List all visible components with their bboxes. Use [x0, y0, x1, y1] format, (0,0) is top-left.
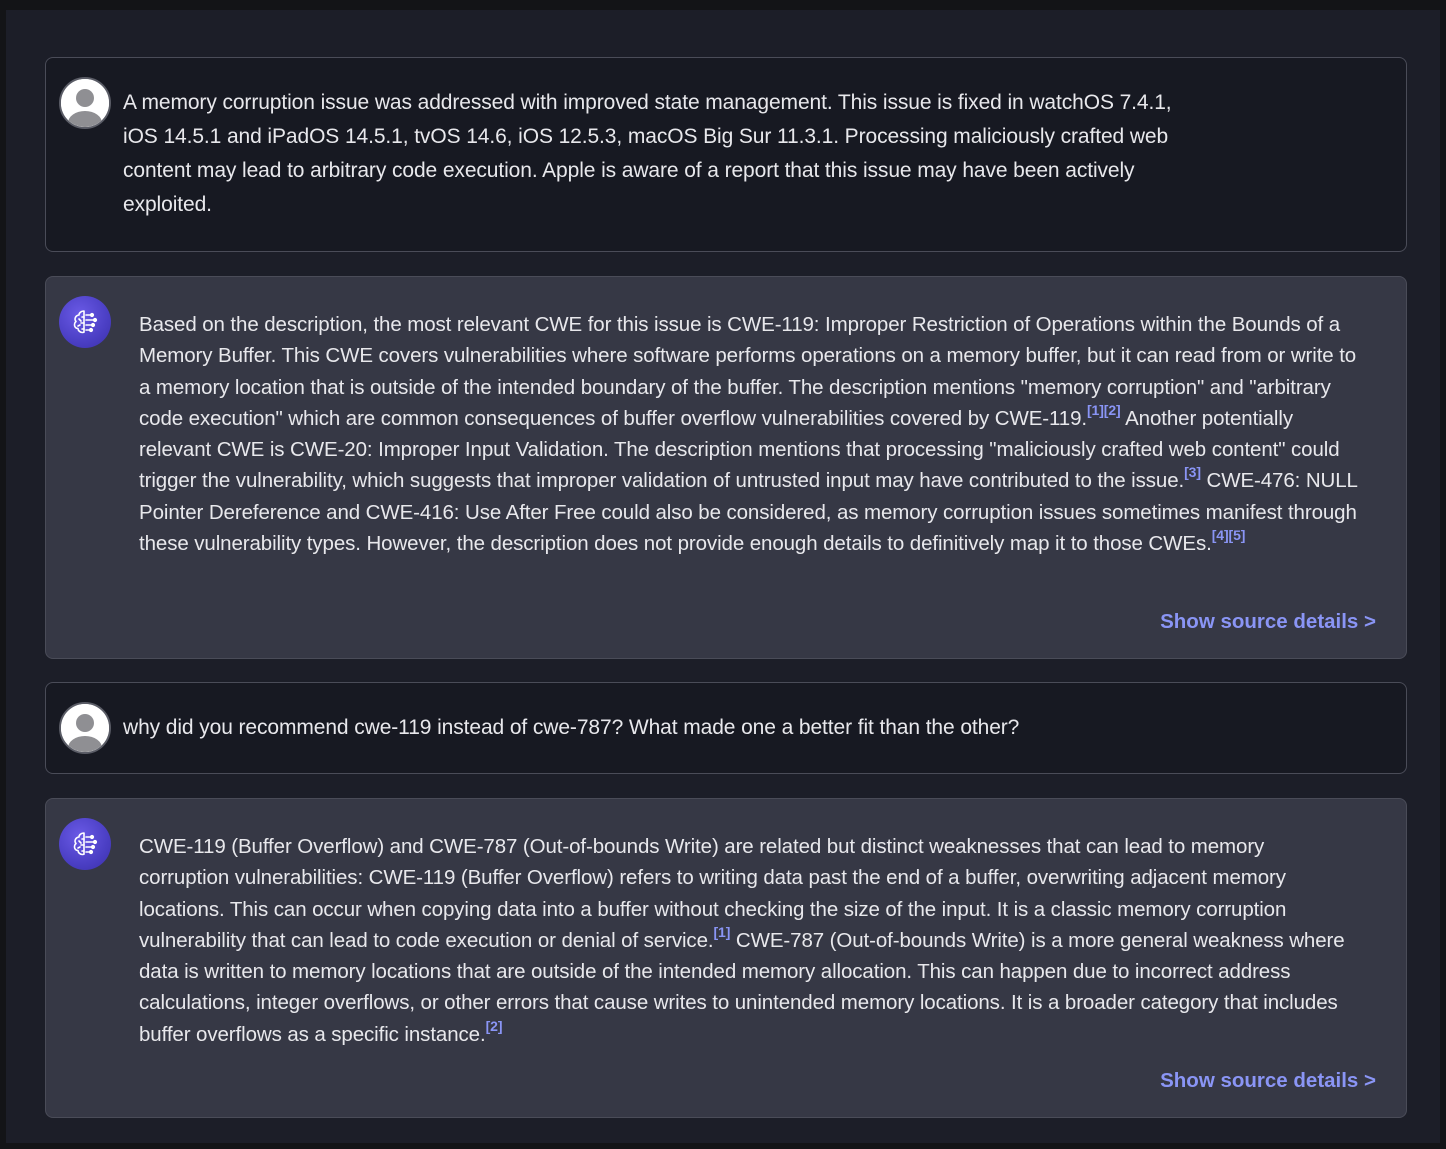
citation-link[interactable]: [1][2] [1087, 402, 1121, 418]
citation-link[interactable]: [2] [486, 1018, 503, 1034]
citation-link[interactable]: [3] [1184, 464, 1201, 480]
user-message-text: why did you recommend cwe-119 instead of… [123, 716, 1020, 739]
user-message: A memory corruption issue was addressed … [45, 57, 1407, 252]
assistant-message: CWE-119 (Buffer Overflow) and CWE-787 (O… [45, 798, 1407, 1118]
assistant-message-text: Based on the description, the most relev… [139, 309, 1364, 559]
citation-link[interactable]: [1] [713, 924, 730, 940]
user-message: why did you recommend cwe-119 instead of… [45, 682, 1407, 774]
assistant-message: Based on the description, the most relev… [45, 276, 1407, 659]
ai-brain-icon [59, 818, 111, 870]
user-avatar-icon [59, 702, 111, 754]
assistant-message-text: CWE-119 (Buffer Overflow) and CWE-787 (O… [139, 831, 1349, 1050]
show-source-details-link[interactable]: Show source details > [1160, 610, 1376, 634]
user-message-text: A memory corruption issue was addressed … [123, 91, 1172, 216]
citation-link[interactable]: [4][5] [1212, 527, 1246, 543]
chat-panel: A memory corruption issue was addressed … [6, 10, 1440, 1143]
ai-brain-icon [59, 296, 111, 348]
show-source-details-link[interactable]: Show source details > [1160, 1069, 1376, 1093]
user-avatar-icon [59, 77, 111, 129]
